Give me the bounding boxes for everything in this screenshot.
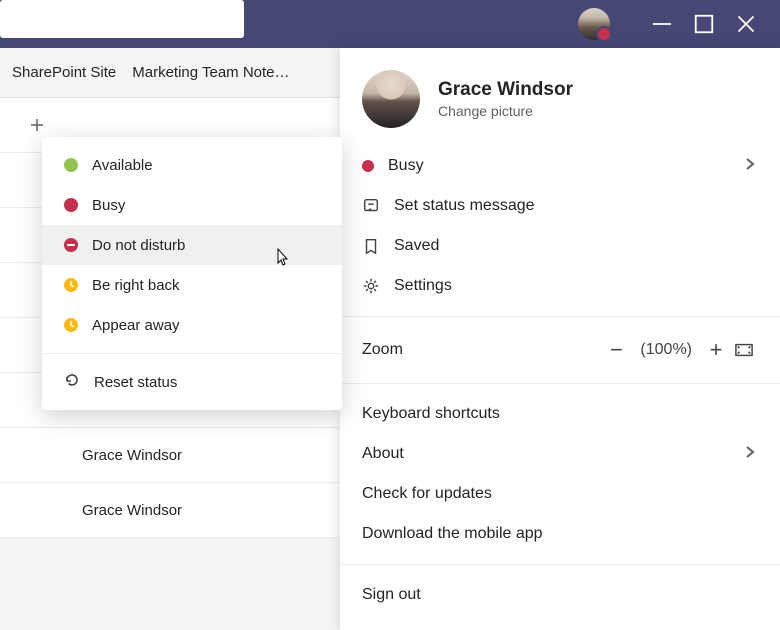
away-icon [64, 318, 78, 332]
download-mobile-app[interactable]: Download the mobile app [340, 514, 780, 554]
profile-header: Grace Windsor Change picture [340, 48, 780, 146]
saved-item[interactable]: Saved [340, 226, 780, 266]
zoom-row: Zoom − (100%) + [340, 327, 780, 373]
settings-item[interactable]: Settings [340, 266, 780, 306]
tab-marketing-notes[interactable]: Marketing Team Note… [132, 64, 289, 81]
status-dnd-label: Do not disturb [92, 237, 185, 254]
status-reset-label: Reset status [94, 374, 177, 391]
maximize-button[interactable] [692, 12, 716, 36]
bookmark-icon [362, 237, 380, 255]
profile-panel: Grace Windsor Change picture Busy Set st… [340, 48, 780, 630]
status-reset[interactable]: Reset status [42, 362, 342, 402]
zoom-in-button[interactable]: + [702, 337, 730, 363]
status-busy[interactable]: Busy [42, 185, 342, 225]
edit-icon [362, 197, 380, 215]
tab-sharepoint[interactable]: SharePoint Site [12, 64, 116, 81]
status-label: Busy [388, 157, 424, 175]
set-status-message[interactable]: Set status message [340, 186, 780, 226]
status-do-not-disturb[interactable]: Do not disturb [42, 225, 342, 265]
divider [340, 564, 780, 565]
gear-icon [362, 277, 380, 295]
status-busy-label: Busy [92, 197, 125, 214]
about[interactable]: About [340, 434, 780, 474]
zoom-out-button[interactable]: − [602, 337, 630, 363]
keyboard-shortcuts[interactable]: Keyboard shortcuts [340, 394, 780, 434]
window-controls [650, 12, 780, 36]
zoom-percent: (100%) [640, 341, 692, 359]
status-away-label: Appear away [92, 317, 180, 334]
saved-label: Saved [394, 237, 439, 255]
minimize-button[interactable] [650, 12, 674, 36]
fullscreen-button[interactable] [730, 343, 758, 357]
set-status-label: Set status message [394, 197, 535, 215]
busy-icon [64, 198, 78, 212]
avatar-large [362, 70, 420, 128]
status-be-right-back[interactable]: Be right back [42, 265, 342, 305]
status-flyout: Available Busy Do not disturb Be right b… [42, 137, 342, 410]
available-icon [64, 158, 78, 172]
profile-name: Grace Windsor [438, 79, 573, 101]
status-available-label: Available [92, 157, 153, 174]
zoom-label: Zoom [362, 341, 403, 359]
dnd-icon [64, 238, 78, 252]
busy-status-icon [362, 160, 374, 172]
status-brb-label: Be right back [92, 277, 180, 294]
status-item[interactable]: Busy [340, 146, 780, 186]
check-for-updates[interactable]: Check for updates [340, 474, 780, 514]
chevron-right-icon [742, 156, 758, 177]
status-appear-away[interactable]: Appear away [42, 305, 342, 345]
change-picture-link[interactable]: Change picture [438, 103, 573, 119]
brb-icon [64, 278, 78, 292]
search-input[interactable] [0, 0, 244, 38]
profile-avatar-button[interactable] [578, 8, 610, 40]
sign-out[interactable]: Sign out [340, 575, 780, 615]
chevron-right-icon [742, 444, 758, 465]
titlebar [0, 0, 780, 48]
close-button[interactable] [734, 12, 758, 36]
status-available[interactable]: Available [42, 145, 342, 185]
divider [340, 383, 780, 384]
divider [340, 316, 780, 317]
divider [42, 353, 342, 354]
reset-icon [64, 372, 80, 392]
settings-label: Settings [394, 277, 452, 295]
